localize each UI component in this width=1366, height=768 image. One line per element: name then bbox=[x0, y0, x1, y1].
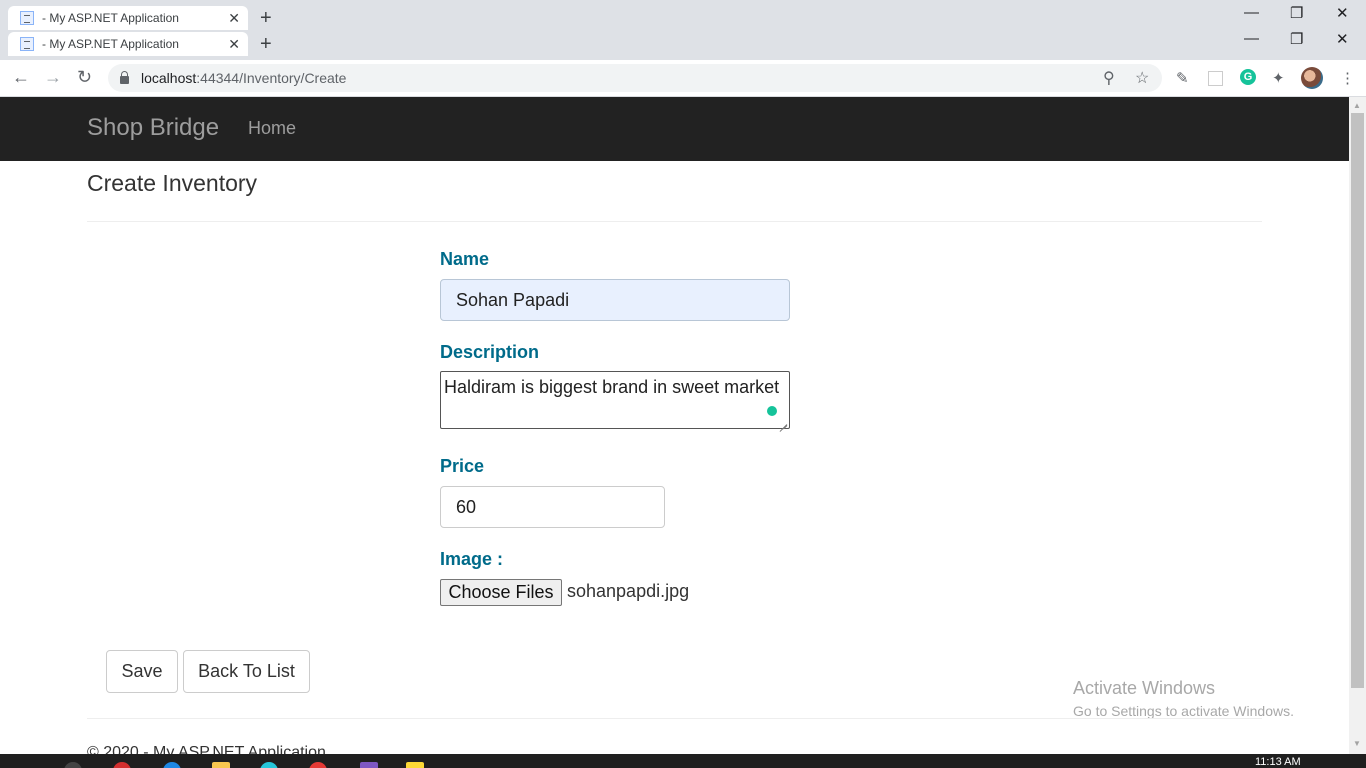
browser-toolbar: ← → ↻ localhost:44344/Inventory/Create ⚲… bbox=[0, 60, 1366, 97]
new-tab-button[interactable]: + bbox=[260, 7, 272, 29]
lock-icon[interactable] bbox=[120, 71, 129, 84]
forward-arrow-icon[interactable]: → bbox=[44, 67, 62, 88]
extension-icon[interactable] bbox=[1208, 71, 1223, 86]
search-icon[interactable] bbox=[64, 762, 82, 768]
page-favicon-icon bbox=[20, 11, 34, 25]
folder-icon[interactable] bbox=[212, 762, 230, 768]
scroll-down-icon[interactable]: ▼ bbox=[1353, 739, 1361, 748]
scroll-up-icon[interactable]: ▲ bbox=[1353, 101, 1361, 110]
tab-close-icon[interactable]: ✕ bbox=[228, 10, 240, 27]
name-input[interactable]: Sohan Papadi bbox=[440, 279, 790, 321]
grammarly-status-icon[interactable] bbox=[767, 406, 777, 416]
page-title: Create Inventory bbox=[87, 170, 258, 196]
new-tab-button[interactable]: + bbox=[260, 33, 272, 55]
description-textarea[interactable]: Haldiram is biggest brand in sweet marke… bbox=[440, 371, 790, 429]
restore-button[interactable]: ❐ bbox=[1290, 30, 1303, 48]
selected-file-name: sohanpapdi.jpg bbox=[567, 581, 690, 601]
reload-icon[interactable]: ↻ bbox=[77, 67, 92, 88]
eyedropper-icon[interactable]: ✎ bbox=[1176, 69, 1189, 87]
zoom-icon[interactable]: ⚲ bbox=[1103, 68, 1115, 88]
divider bbox=[87, 221, 1262, 222]
puzzle-icon[interactable]: ✦ bbox=[1272, 69, 1285, 87]
tab-row: - My ASP.NET Application ✕ + bbox=[0, 30, 1366, 56]
chrome-icon[interactable] bbox=[309, 762, 327, 768]
scrollbar-thumb[interactable] bbox=[1351, 113, 1364, 688]
tab-close-icon[interactable]: ✕ bbox=[228, 36, 240, 53]
app-icon[interactable] bbox=[113, 762, 131, 768]
price-label: Price bbox=[440, 456, 485, 476]
footer-divider bbox=[87, 718, 1262, 719]
app-icon[interactable] bbox=[406, 762, 424, 768]
back-arrow-icon[interactable]: ← bbox=[12, 67, 30, 88]
browser-tab-strip: - My ASP.NET Application ✕ + - My ASP.NE… bbox=[0, 0, 1366, 60]
address-bar[interactable]: localhost:44344/Inventory/Create ⚲ ☆ bbox=[108, 64, 1162, 92]
page-scrollbar[interactable]: ▲ ▼ bbox=[1349, 97, 1366, 754]
browser-tab[interactable]: - My ASP.NET Application ✕ bbox=[8, 6, 248, 30]
browser-menu-icon[interactable]: ⋮ bbox=[1340, 69, 1355, 87]
back-to-list-button[interactable]: Back To List bbox=[183, 650, 310, 693]
image-label: Image : bbox=[440, 549, 504, 569]
nav-home-link[interactable]: Home bbox=[248, 118, 296, 139]
grammarly-icon[interactable]: G bbox=[1240, 69, 1256, 85]
tab-title: - My ASP.NET Application bbox=[42, 11, 179, 25]
name-label: Name bbox=[440, 249, 490, 269]
save-button[interactable]: Save bbox=[106, 650, 178, 693]
restore-button[interactable]: ❐ bbox=[1290, 4, 1303, 22]
page-favicon-icon bbox=[20, 37, 34, 51]
minimize-button[interactable]: — bbox=[1244, 4, 1259, 21]
url-host: localhost bbox=[141, 70, 197, 86]
star-icon[interactable]: ☆ bbox=[1135, 68, 1149, 88]
activate-windows-subtitle: Go to Settings to activate Windows. bbox=[1073, 703, 1294, 719]
taskbar-clock[interactable]: 11:13 AM bbox=[1255, 756, 1301, 768]
activate-windows-title: Activate Windows bbox=[1073, 678, 1216, 698]
profile-avatar[interactable] bbox=[1301, 67, 1323, 89]
window-close-button[interactable]: ✕ bbox=[1336, 30, 1349, 48]
choose-files-button[interactable]: Choose Files bbox=[440, 579, 562, 606]
edge-icon[interactable] bbox=[163, 762, 181, 768]
window-close-button[interactable]: ✕ bbox=[1336, 4, 1349, 22]
site-navbar: Shop Bridge Home bbox=[0, 97, 1349, 161]
description-label: Description bbox=[440, 342, 540, 362]
app-icon[interactable] bbox=[260, 762, 278, 768]
price-input[interactable]: 60 bbox=[440, 486, 665, 528]
minimize-button[interactable]: — bbox=[1244, 30, 1259, 47]
tab-title: - My ASP.NET Application bbox=[42, 37, 179, 51]
url-path: :44344/Inventory/Create bbox=[196, 70, 347, 86]
browser-tab[interactable]: - My ASP.NET Application ✕ bbox=[8, 32, 248, 56]
visual-studio-icon[interactable] bbox=[360, 762, 378, 768]
windows-taskbar: 11:13 AM bbox=[0, 754, 1366, 768]
resize-handle-icon[interactable] bbox=[778, 417, 788, 427]
brand-link[interactable]: Shop Bridge bbox=[87, 114, 219, 142]
tab-row: - My ASP.NET Application ✕ + bbox=[0, 4, 1366, 30]
